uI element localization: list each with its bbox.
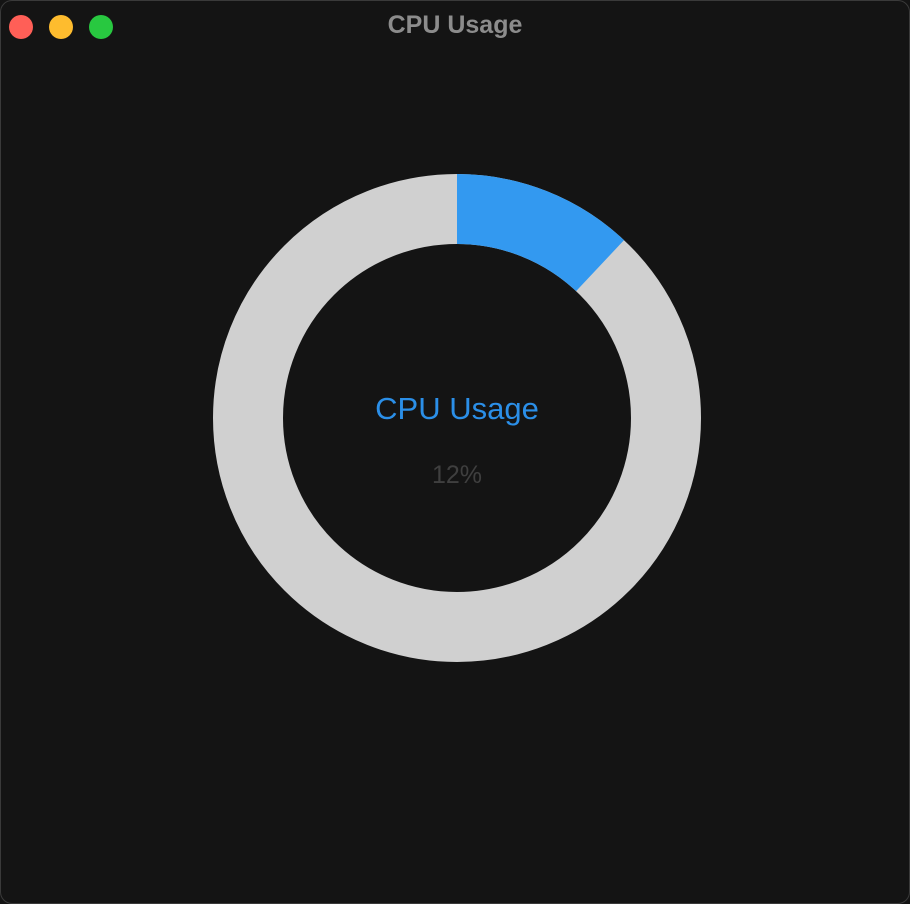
gauge-label: CPU Usage (375, 391, 539, 426)
cpu-usage-gauge: CPU Usage 12% (213, 174, 701, 662)
app-window: CPU Usage CPU Usage 12% (0, 0, 910, 904)
gauge-value: 12% (432, 461, 482, 489)
gauge-filled-arc (456, 174, 625, 292)
